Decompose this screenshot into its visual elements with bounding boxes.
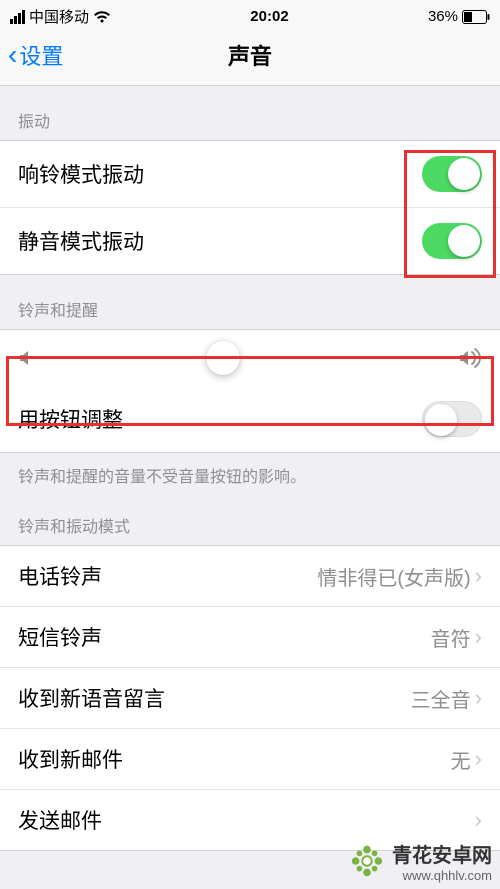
sms-ringtone-row[interactable]: 短信铃声 音符› <box>0 606 500 667</box>
voicemail-row[interactable]: 收到新语音留言 三全音› <box>0 667 500 728</box>
silent-vibrate-toggle[interactable] <box>422 223 482 259</box>
chevron-right-icon: › <box>475 685 482 711</box>
back-button[interactable]: ‹ 设置 <box>8 39 63 71</box>
vibration-group: 响铃模式振动 静音模式振动 <box>0 140 500 275</box>
watermark-brand: 青花安卓网 <box>392 839 492 868</box>
signal-icon <box>10 10 25 24</box>
voicemail-label: 收到新语音留言 <box>18 683 165 713</box>
watermark: 青花安卓网 www.qhhlv.com <box>348 839 492 883</box>
battery-icon <box>462 10 490 24</box>
wifi-icon <box>93 10 111 24</box>
chevron-right-icon: › <box>475 807 482 833</box>
sms-ringtone-label: 短信铃声 <box>18 622 102 652</box>
button-adjust-row: 用按钮调整 <box>0 386 500 452</box>
voicemail-value: 三全音 <box>411 684 471 713</box>
phone-ringtone-row[interactable]: 电话铃声 情非得已(女声版)› <box>0 546 500 606</box>
ringtone-group: 用按钮调整 <box>0 329 500 453</box>
button-adjust-toggle[interactable] <box>422 401 482 437</box>
new-mail-value: 无 <box>451 745 471 774</box>
chevron-right-icon: › <box>475 746 482 772</box>
section-header-vibrate: 振动 <box>0 86 500 140</box>
ring-vibrate-toggle[interactable] <box>422 156 482 192</box>
send-mail-label: 发送邮件 <box>18 805 102 835</box>
new-mail-label: 收到新邮件 <box>18 744 123 774</box>
footer-note: 铃声和提醒的音量不受音量按钮的影响。 <box>0 453 500 491</box>
silent-vibrate-row: 静音模式振动 <box>0 207 500 274</box>
ring-vibrate-row: 响铃模式振动 <box>0 141 500 207</box>
patterns-group: 电话铃声 情非得已(女声版)› 短信铃声 音符› 收到新语音留言 三全音› 收到… <box>0 545 500 851</box>
page-title: 声音 <box>228 39 272 71</box>
volume-low-icon <box>18 349 36 367</box>
status-bar: 中国移动 20:02 36% <box>0 0 500 29</box>
new-mail-row[interactable]: 收到新邮件 无› <box>0 728 500 789</box>
sms-ringtone-value: 音符 <box>431 623 471 652</box>
phone-ringtone-label: 电话铃声 <box>18 561 102 591</box>
carrier-label: 中国移动 <box>29 6 89 27</box>
phone-ringtone-value: 情非得已(女声版) <box>317 562 470 591</box>
silent-vibrate-label: 静音模式振动 <box>18 226 144 256</box>
button-adjust-label: 用按钮调整 <box>18 404 123 434</box>
volume-slider-row <box>0 330 500 386</box>
back-label: 设置 <box>19 39 63 71</box>
ring-vibrate-label: 响铃模式振动 <box>18 159 144 189</box>
volume-slider[interactable] <box>48 357 446 359</box>
chevron-right-icon: › <box>475 624 482 650</box>
chevron-right-icon: › <box>475 563 482 589</box>
battery-pct: 36% <box>428 8 458 25</box>
volume-high-icon <box>458 348 482 368</box>
watermark-logo-icon <box>348 842 386 880</box>
chevron-left-icon: ‹ <box>8 41 17 69</box>
clock: 20:02 <box>250 8 288 25</box>
section-header-ringtone: 铃声和提醒 <box>0 275 500 329</box>
watermark-url: www.qhhlv.com <box>392 868 492 883</box>
section-header-patterns: 铃声和振动模式 <box>0 491 500 545</box>
nav-bar: ‹ 设置 声音 <box>0 29 500 86</box>
status-left: 中国移动 <box>10 6 111 27</box>
status-right: 36% <box>428 8 490 25</box>
